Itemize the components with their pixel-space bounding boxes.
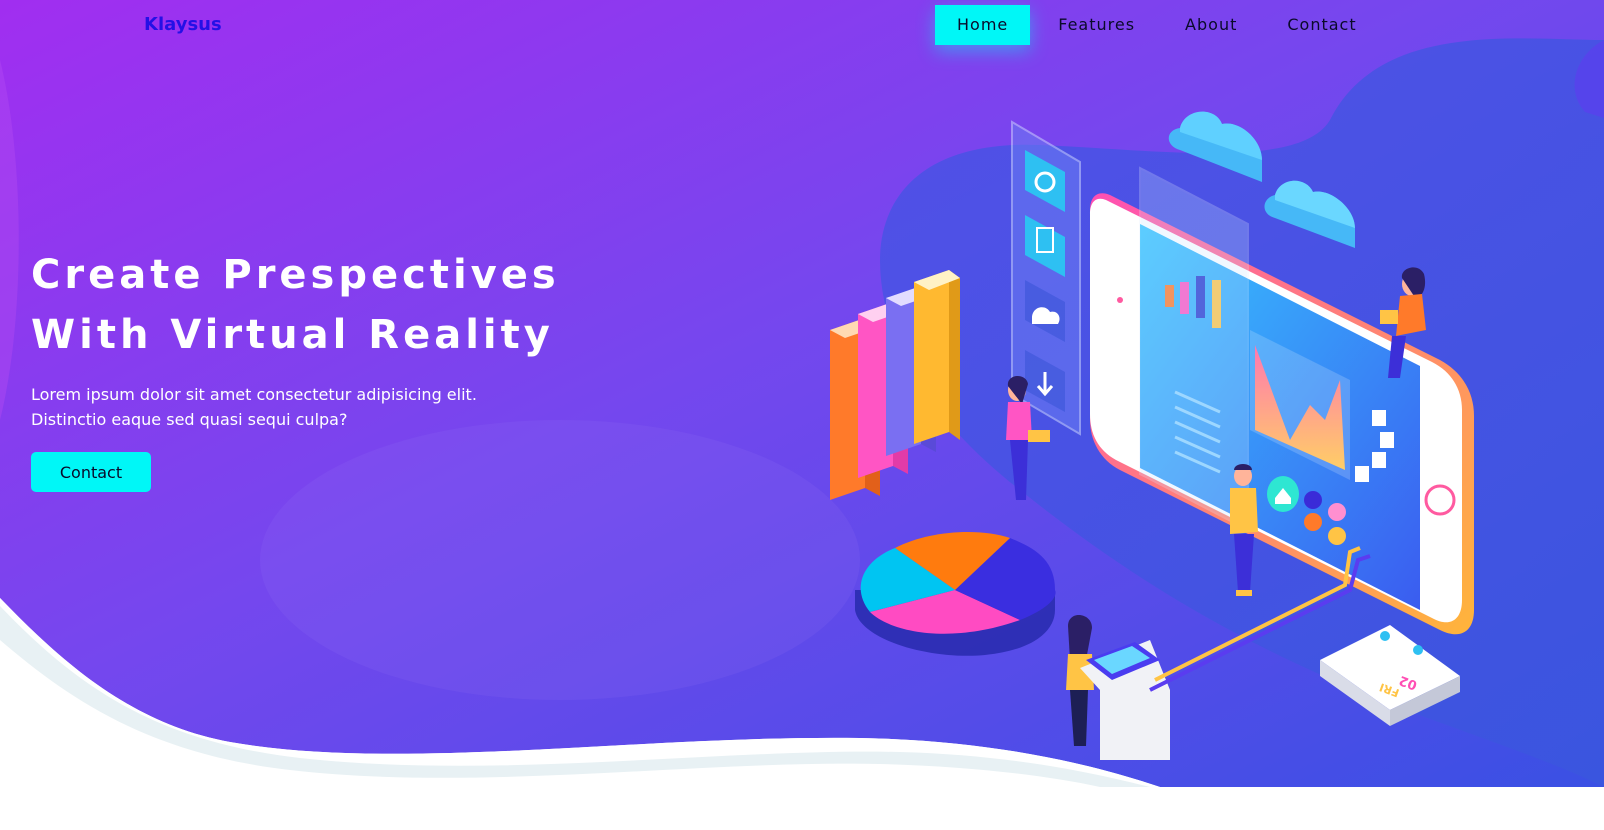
nav-link-about[interactable]: About bbox=[1163, 5, 1259, 45]
hero-headline: Create Prespectives With Virtual Reality bbox=[31, 245, 560, 365]
nav-menu: Home Features About Contact bbox=[935, 5, 1385, 45]
hero-section: Klaysus Home Features About Contact Crea… bbox=[0, 0, 1604, 787]
folder-icon bbox=[1328, 527, 1346, 545]
nav-link-features[interactable]: Features bbox=[1036, 5, 1157, 45]
hero-headline-line-2: With Virtual Reality bbox=[31, 312, 554, 358]
hero-description: Lorem ipsum dolor sit amet consectetur a… bbox=[31, 382, 501, 432]
isometric-illustration: 02 FRI bbox=[830, 111, 1474, 760]
cloud-icon bbox=[1264, 180, 1355, 248]
nav-link-home[interactable]: Home bbox=[935, 5, 1031, 45]
cloud-icon bbox=[1168, 111, 1262, 182]
location-icon bbox=[1328, 503, 1346, 521]
hero-headline-line-1: Create Prespectives bbox=[31, 252, 560, 298]
link-icon bbox=[1304, 491, 1322, 509]
calendar-icon: 02 FRI bbox=[1320, 625, 1460, 726]
hero-description-line-1: Lorem ipsum dolor sit amet consectetur a… bbox=[31, 385, 477, 404]
pie-chart bbox=[855, 532, 1056, 656]
brand-logo[interactable]: Klaysus bbox=[144, 14, 222, 35]
phone-device bbox=[1090, 166, 1474, 635]
top-navbar: Klaysus Home Features About Contact bbox=[0, 0, 1604, 56]
contact-button[interactable]: Contact bbox=[31, 452, 151, 492]
cube-bar-chart bbox=[830, 270, 960, 500]
upload-icon bbox=[1304, 513, 1322, 531]
hero-description-line-2: Distinctio eaque sed quasi sequi culpa? bbox=[31, 410, 348, 429]
nav-link-contact[interactable]: Contact bbox=[1265, 5, 1378, 45]
